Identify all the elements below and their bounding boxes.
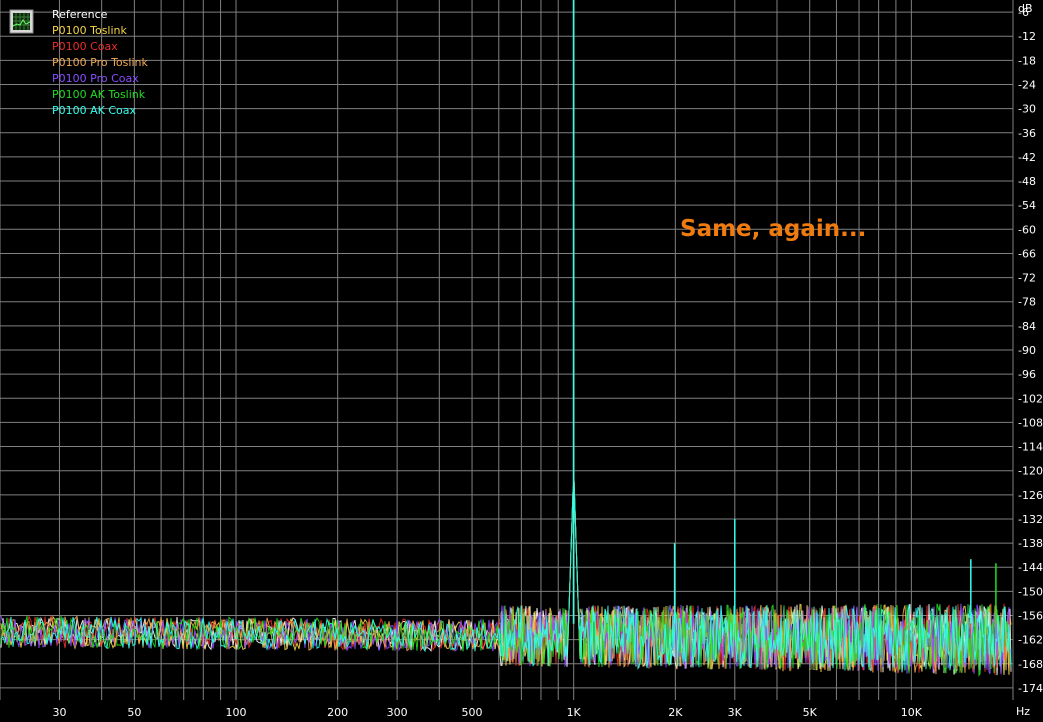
y-tick-label: -120 (1018, 465, 1043, 478)
x-tick-label: 200 (327, 706, 348, 719)
y-tick-label: -114 (1018, 441, 1043, 454)
y-tick-label: -24 (1018, 78, 1036, 91)
y-tick-label: -84 (1018, 320, 1036, 333)
y-tick-label: -60 (1018, 223, 1036, 236)
y-tick-label: -36 (1018, 127, 1036, 140)
annotation: Same, again... (680, 216, 866, 242)
legend-item: P0100 Pro Toslink (52, 56, 148, 69)
x-tick-label: 10K (901, 706, 923, 719)
y-tick-label: -138 (1018, 537, 1043, 550)
legend-item: P0100 Toslink (52, 24, 128, 37)
x-tick-label: 50 (127, 706, 141, 719)
y-tick-label: -108 (1018, 416, 1043, 429)
y-tick-label: -48 (1018, 175, 1036, 188)
x-tick-label: 500 (462, 706, 483, 719)
y-tick-label: -162 (1018, 634, 1043, 647)
y-axis-label: dB (1018, 2, 1033, 15)
y-tick-label: -18 (1018, 54, 1036, 67)
y-tick-label: -144 (1018, 561, 1043, 574)
y-tick-label: -102 (1018, 392, 1043, 405)
legend-item: P0100 AK Coax (52, 104, 137, 117)
spectrum-chart: -6-12-18-24-30-36-42-48-54-60-66-72-78-8… (0, 0, 1043, 722)
y-tick-label: -90 (1018, 344, 1036, 357)
y-tick-label: -156 (1018, 610, 1043, 623)
legend-item: P0100 AK Toslink (52, 88, 146, 101)
legend-icon (9, 9, 34, 34)
y-tick-label: -174 (1018, 682, 1043, 695)
y-tick-label: -150 (1018, 585, 1043, 598)
legend-item: P0100 Coax (52, 40, 118, 53)
y-tick-label: -66 (1018, 247, 1036, 260)
x-tick-label: 100 (226, 706, 247, 719)
x-axis-label: Hz (1016, 705, 1030, 718)
y-tick-label: -126 (1018, 489, 1043, 502)
y-tick-label: -12 (1018, 30, 1036, 43)
x-tick-label: 300 (387, 706, 408, 719)
y-tick-label: -78 (1018, 296, 1036, 309)
y-tick-label: -42 (1018, 151, 1036, 164)
legend-item: P0100 Pro Coax (52, 72, 139, 85)
x-tick-label: 30 (52, 706, 66, 719)
x-tick-label: 5K (803, 706, 818, 719)
y-tick-label: -96 (1018, 368, 1036, 381)
x-tick-label: 2K (668, 706, 683, 719)
y-tick-label: -30 (1018, 103, 1036, 116)
y-tick-label: -54 (1018, 199, 1036, 212)
y-tick-label: -72 (1018, 272, 1036, 285)
y-tick-label: -132 (1018, 513, 1043, 526)
x-tick-label: 3K (728, 706, 743, 719)
x-tick-label: 1K (567, 706, 582, 719)
y-tick-label: -168 (1018, 658, 1043, 671)
legend-item: Reference (52, 8, 108, 21)
